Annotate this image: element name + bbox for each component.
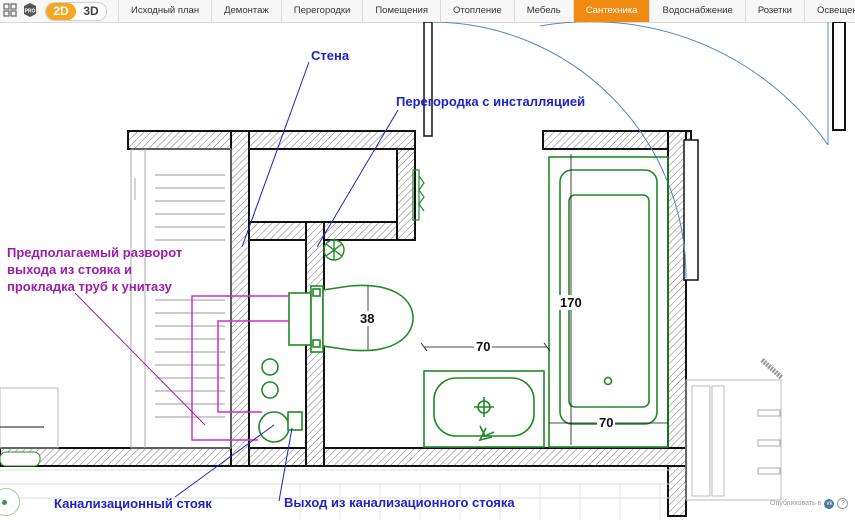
dimension-bath-length: 170 xyxy=(558,295,584,310)
view-toggle[interactable]: 2D 3D xyxy=(45,2,107,21)
pro-icon[interactable]: PRO xyxy=(22,2,38,18)
category-tabs: Исходный план Демонтаж Перегородки Помещ… xyxy=(118,0,855,22)
top-toolbar: PRO 2D 3D Исходный план Демонтаж Перегор… xyxy=(0,0,855,23)
tab-lighting[interactable]: Освещение xyxy=(803,0,855,22)
label-proposed-line-3: прокладка труб к унитазу xyxy=(7,279,172,294)
view-3d-button[interactable]: 3D xyxy=(76,3,106,20)
help-icon[interactable]: ? xyxy=(837,498,849,509)
tab-rooms[interactable]: Помещения xyxy=(362,0,440,22)
sink[interactable] xyxy=(423,370,545,448)
pro-badge-text: PRO xyxy=(25,9,36,15)
compass-dot xyxy=(2,500,7,505)
tab-sockets[interactable]: Розетки xyxy=(744,0,804,22)
view-2d-button[interactable]: 2D xyxy=(46,3,76,20)
label-proposed-line-1: Предполагаемый разворот xyxy=(7,245,183,260)
publish-bar[interactable]: Опубликовать в vk ? xyxy=(770,498,849,509)
tab-demolition[interactable]: Демонтаж xyxy=(211,0,281,22)
label-wall: Стена xyxy=(311,48,350,63)
wardrobe xyxy=(0,148,232,467)
tab-water-supply[interactable]: Водоснабжение xyxy=(649,0,744,22)
tab-original-plan[interactable]: Исходный план xyxy=(118,0,211,22)
label-riser-outlet: Выход из канализационного стояка xyxy=(284,495,515,510)
fan-icon xyxy=(323,239,345,261)
tab-furniture[interactable]: Мебель xyxy=(513,0,573,22)
layout-icon[interactable] xyxy=(2,2,18,18)
riser-pipes xyxy=(258,358,303,443)
tab-heating[interactable]: Отопление xyxy=(439,0,514,22)
tab-plumbing[interactable]: Сантехника xyxy=(572,0,650,22)
radiator xyxy=(685,358,784,501)
publish-label: Опубликовать в xyxy=(770,500,822,507)
dimension-gap: 70 xyxy=(474,339,493,354)
label-proposed-line-2: выхода из стояка и xyxy=(7,262,133,277)
dimension-bath-width: 70 xyxy=(597,415,616,430)
dimension-toilet: 38 xyxy=(358,311,377,326)
label-riser: Канализационный стояк xyxy=(54,496,212,511)
dimension-lines xyxy=(0,342,668,428)
toilet[interactable] xyxy=(288,284,414,353)
label-proposed-route: Предполагаемый разворот выхода из стояка… xyxy=(7,244,182,295)
tab-partitions[interactable]: Перегородки xyxy=(280,0,363,22)
label-partition: Перегородка с инсталляцией xyxy=(396,94,586,109)
vk-icon[interactable]: vk xyxy=(824,498,835,509)
